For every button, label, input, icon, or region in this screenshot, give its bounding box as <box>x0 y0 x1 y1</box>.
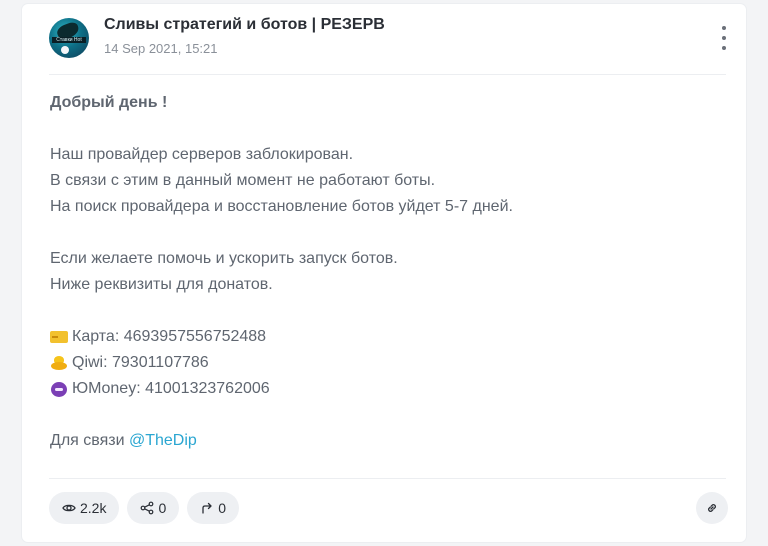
contact-label: Для связи <box>50 432 129 449</box>
post-greeting: Добрый день ! <box>50 94 168 111</box>
text-line: Если желаете помочь и ускорить запуск бо… <box>50 250 398 267</box>
eye-icon <box>62 504 76 512</box>
text-line: Наш провайдер серверов заблокирован. <box>50 146 354 163</box>
avatar-label: Ставки Hot <box>56 37 82 43</box>
payment-card-row: Карта: 4693957556752488 <box>50 324 730 350</box>
paragraph-donate: Если желаете помочь и ускорить запуск бо… <box>50 246 730 298</box>
contact-link[interactable]: @TheDip <box>129 432 197 449</box>
post-body: Добрый день ! Наш провайдер серверов заб… <box>50 90 730 454</box>
views-count: 2.2k <box>80 500 107 516</box>
avatar-band: Ставки Hot <box>52 37 86 43</box>
demon-face-icon <box>50 380 68 398</box>
footer-divider <box>49 478 726 479</box>
post-timestamp[interactable]: 14 Sep 2021, 15:21 <box>104 41 218 56</box>
forward-pill[interactable]: 0 <box>187 492 240 524</box>
text-line: В связи с этим в данный момент не работа… <box>50 172 436 189</box>
link-icon <box>708 504 716 512</box>
more-options-icon[interactable] <box>720 26 728 50</box>
paragraph-provider: Наш провайдер серверов заблокирован. В с… <box>50 142 730 220</box>
contact-line: Для связи @TheDip <box>50 428 730 454</box>
share-pill[interactable]: 0 <box>127 492 180 524</box>
payment-qiwi-row: Qiwi: 79301107786 <box>50 350 730 376</box>
payment-list: Карта: 4693957556752488 Qiwi: 7930110778… <box>50 324 730 402</box>
shares-count: 0 <box>158 500 167 516</box>
channel-avatar[interactable]: Ставки Hot <box>49 18 89 58</box>
post-card: Ставки Hot Сливы стратегий и ботов | РЕЗ… <box>22 4 746 542</box>
channel-title[interactable]: Сливы стратегий и ботов | РЕЗЕРВ <box>104 16 385 34</box>
payment-yoomoney-row: ЮMoney: 41001323762006 <box>50 376 730 402</box>
payment-yoomoney-text: ЮMoney: 41001323762006 <box>72 380 270 397</box>
text-line: На поиск провайдера и восстановление бот… <box>50 198 513 215</box>
header-divider <box>49 74 726 75</box>
share-icon <box>141 501 154 515</box>
payment-card-text: Карта: 4693957556752488 <box>72 328 267 345</box>
forward-arrow-icon <box>202 502 212 514</box>
payment-qiwi-text: Qiwi: 79301107786 <box>72 354 209 371</box>
forwards-count: 0 <box>218 500 227 516</box>
post-footer: 2.2k 0 0 <box>49 492 240 524</box>
post-header: Ставки Hot Сливы стратегий и ботов | РЕЗ… <box>22 4 746 74</box>
views-pill[interactable]: 2.2k <box>49 492 120 524</box>
duck-icon <box>50 355 68 371</box>
bank-card-icon <box>50 331 68 343</box>
text-line: Ниже реквизиты для донатов. <box>50 276 273 293</box>
avatar-ball-icon <box>61 46 69 54</box>
copy-link-button[interactable] <box>696 492 728 524</box>
